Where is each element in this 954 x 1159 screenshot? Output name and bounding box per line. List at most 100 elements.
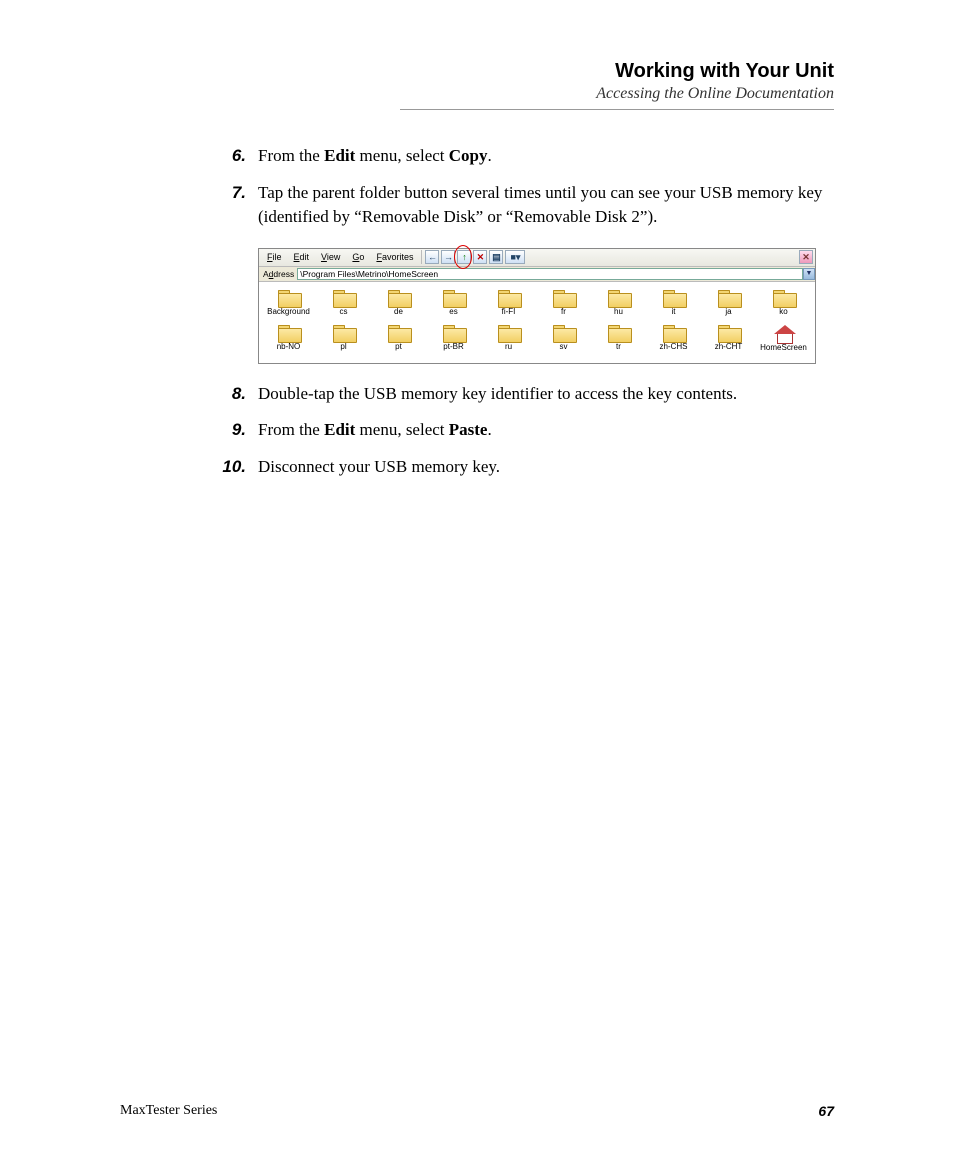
text-fragment: menu, select — [355, 146, 448, 165]
folder-label: tr — [616, 342, 621, 351]
menu-label: avorites — [382, 252, 414, 262]
folder-item[interactable]: tr — [591, 323, 646, 359]
bold-text: Edit — [324, 146, 355, 165]
folder-item[interactable]: ja — [701, 288, 756, 323]
folder-icon — [278, 290, 300, 306]
section-title: Accessing the Online Documentation — [400, 85, 834, 103]
step-text: Disconnect your USB memory key. — [258, 455, 834, 480]
folder-label: hu — [614, 307, 623, 316]
menu-bar: File Edit View Go Favorites ← → ↑ ✕ ▤ ■▾… — [259, 249, 815, 267]
address-label: Address — [263, 269, 297, 279]
folder-icon — [443, 290, 465, 306]
folder-item[interactable]: sv — [536, 323, 591, 359]
step-text: From the Edit menu, select Copy. — [258, 144, 834, 169]
menu-label: dit — [300, 252, 310, 262]
menu-go[interactable]: Go — [346, 250, 370, 264]
folder-label: ja — [725, 307, 731, 316]
folder-item[interactable]: Background — [261, 288, 316, 323]
step-number: 9. — [220, 418, 258, 443]
menu-label: iew — [327, 252, 341, 262]
file-row: nb-NO pl pt pt-BR ru sv tr zh-CHS zh-CHT… — [261, 323, 813, 359]
folder-item[interactable]: ko — [756, 288, 811, 323]
menu-favorites[interactable]: Favorites — [370, 250, 419, 264]
page-footer: MaxTester Series 67 — [120, 1103, 834, 1119]
chapter-title: Working with Your Unit — [400, 60, 834, 83]
menu-view[interactable]: View — [315, 250, 346, 264]
folder-icon — [498, 290, 520, 306]
folder-icon — [498, 325, 520, 341]
folder-icon — [663, 290, 685, 306]
folder-label: it — [672, 307, 676, 316]
folder-item[interactable]: zh-CHS — [646, 323, 701, 359]
folder-icon — [663, 325, 685, 341]
menu-label: o — [359, 252, 364, 262]
close-button[interactable]: ✕ — [799, 250, 813, 264]
screenshot-figure: File Edit View Go Favorites ← → ↑ ✕ ▤ ■▾… — [258, 248, 834, 364]
folder-item[interactable]: it — [646, 288, 701, 323]
view-mode-button[interactable]: ■▾ — [505, 250, 525, 264]
folder-icon — [278, 325, 300, 341]
folder-item[interactable]: cs — [316, 288, 371, 323]
step-9: 9. From the Edit menu, select Paste. — [220, 418, 834, 443]
back-button[interactable]: ← — [425, 250, 439, 264]
folder-item[interactable]: zh-CHT — [701, 323, 756, 359]
folder-label: Background — [267, 307, 310, 316]
folder-label: sv — [560, 342, 568, 351]
folder-icon — [608, 325, 630, 341]
menu-edit[interactable]: Edit — [288, 250, 316, 264]
folder-item[interactable]: fi-FI — [481, 288, 536, 323]
properties-button[interactable]: ▤ — [489, 250, 503, 264]
folder-label: cs — [340, 307, 348, 316]
folder-label: zh-CHS — [659, 342, 687, 351]
step-number: 7. — [220, 181, 258, 230]
file-item[interactable]: HomeScreen — [756, 323, 811, 359]
folder-icon — [773, 290, 795, 306]
step-7: 7. Tap the parent folder button several … — [220, 181, 834, 230]
folder-label: fi-FI — [502, 307, 516, 316]
step-number: 8. — [220, 382, 258, 407]
folder-label: de — [394, 307, 403, 316]
address-dropdown-button[interactable]: ▼ — [803, 268, 815, 280]
folder-icon — [443, 325, 465, 341]
folder-item[interactable]: pt-BR — [426, 323, 481, 359]
folder-item[interactable]: nb-NO — [261, 323, 316, 359]
folder-item[interactable]: ru — [481, 323, 536, 359]
address-bar: Address \Program Files\Metrino\HomeScree… — [259, 267, 815, 282]
file-pane: Background cs de es fi-FI fr hu it ja ko… — [259, 282, 815, 363]
folder-icon — [718, 290, 740, 306]
file-explorer-window: File Edit View Go Favorites ← → ↑ ✕ ▤ ■▾… — [258, 248, 816, 364]
folder-item[interactable]: fr — [536, 288, 591, 323]
text-fragment: . — [488, 146, 492, 165]
footer-series: MaxTester Series — [120, 1103, 217, 1119]
forward-button[interactable]: → — [441, 250, 455, 264]
footer-page-number: 67 — [818, 1103, 834, 1119]
folder-item[interactable]: pl — [316, 323, 371, 359]
delete-button[interactable]: ✕ — [473, 250, 487, 264]
text-fragment: . — [487, 420, 491, 439]
menu-file[interactable]: File — [261, 250, 288, 264]
step-number: 10. — [220, 455, 258, 480]
folder-icon — [553, 290, 575, 306]
folder-item[interactable]: es — [426, 288, 481, 323]
folder-item[interactable]: de — [371, 288, 426, 323]
folder-label: fr — [561, 307, 566, 316]
bold-text: Paste — [449, 420, 488, 439]
address-field[interactable]: \Program Files\Metrino\HomeScreen — [297, 268, 803, 280]
folder-icon — [333, 290, 355, 306]
folder-label: ko — [779, 307, 787, 316]
step-6: 6. From the Edit menu, select Copy. — [220, 144, 834, 169]
step-10: 10. Disconnect your USB memory key. — [220, 455, 834, 480]
folder-label: pt — [395, 342, 402, 351]
folder-item[interactable]: hu — [591, 288, 646, 323]
folder-icon — [718, 325, 740, 341]
home-icon — [773, 325, 795, 343]
folder-icon — [388, 325, 410, 341]
step-text: Double-tap the USB memory key identifier… — [258, 382, 834, 407]
folder-label: pt-BR — [443, 342, 463, 351]
bold-text: Edit — [324, 420, 355, 439]
folder-label: nb-NO — [277, 342, 301, 351]
folder-item[interactable]: pt — [371, 323, 426, 359]
bold-text: Copy — [449, 146, 488, 165]
up-button[interactable]: ↑ — [457, 250, 471, 264]
folder-icon — [553, 325, 575, 341]
